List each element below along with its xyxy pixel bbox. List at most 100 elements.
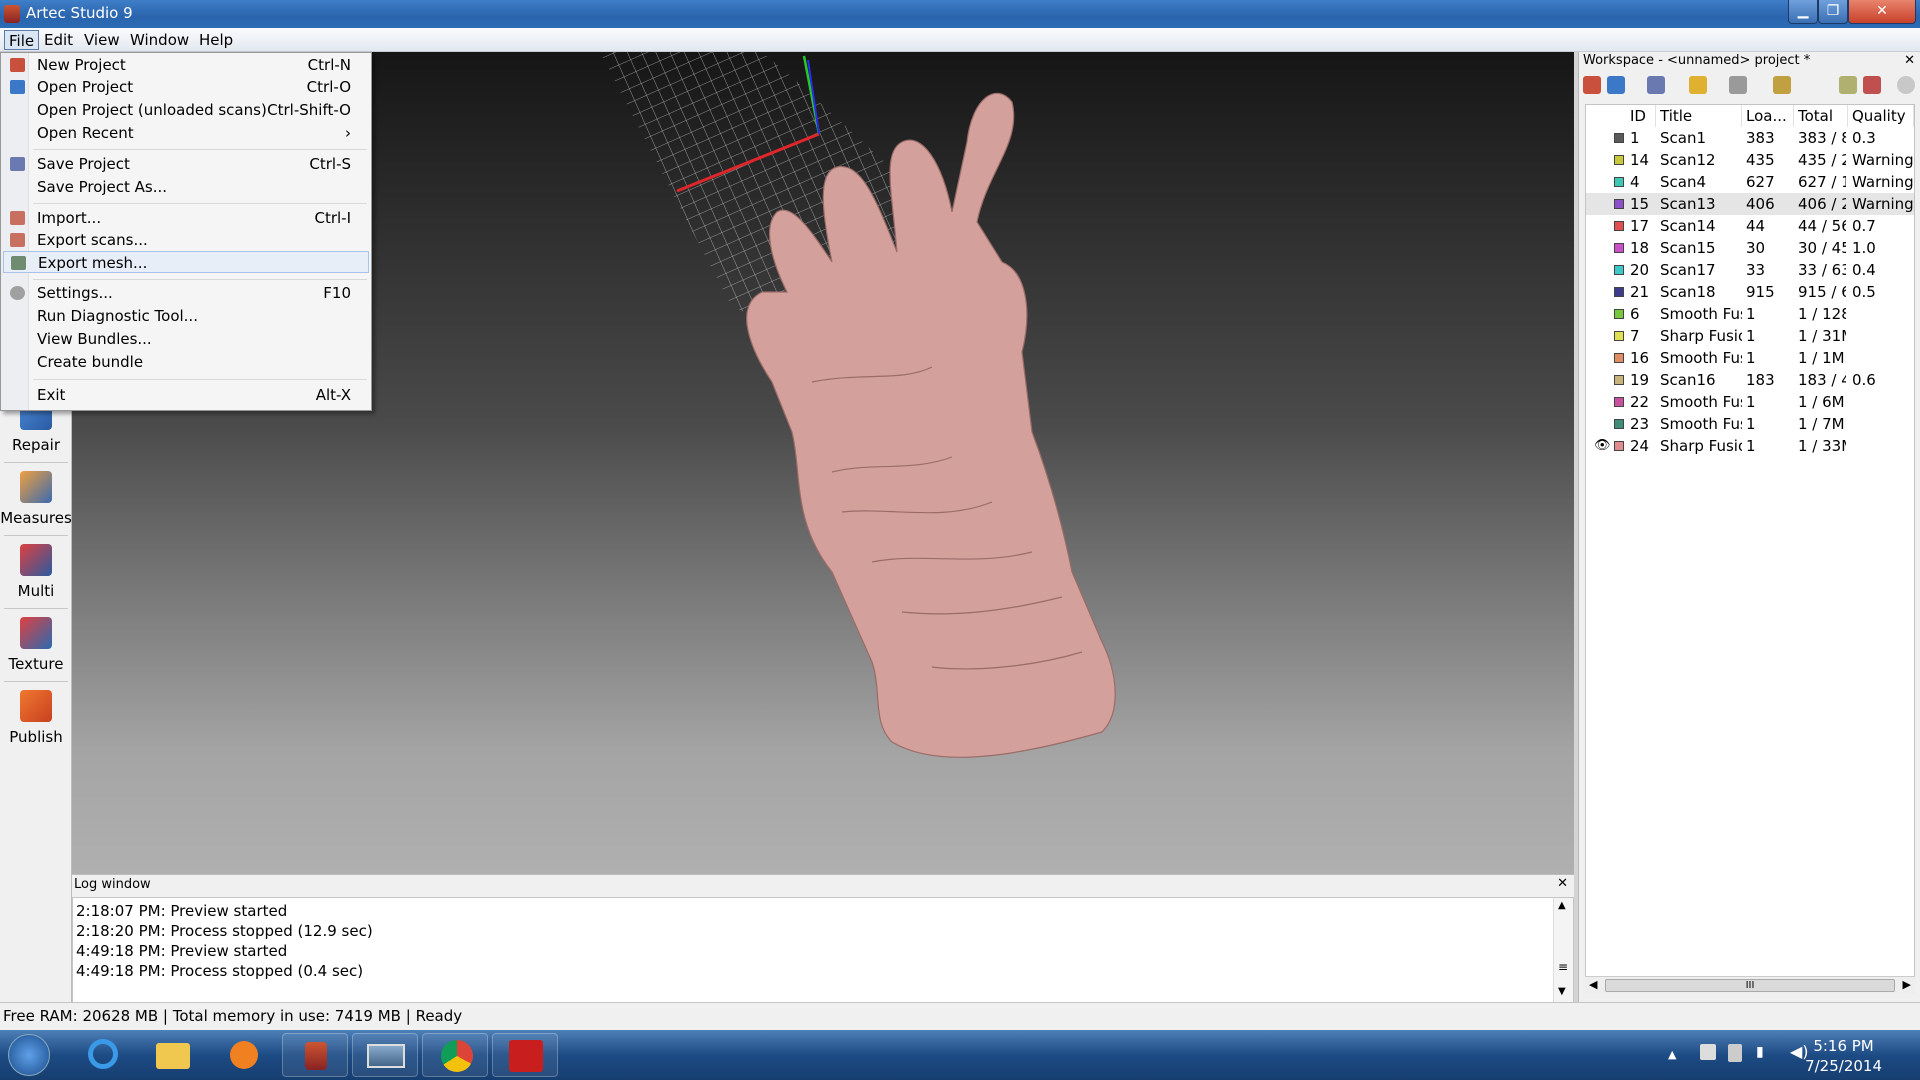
menu-item-open-unloaded[interactable]: Open Project (unloaded scans) Ctrl-Shift-… (3, 99, 369, 121)
scroll-down-icon[interactable]: ▼ (1558, 986, 1566, 997)
table-row[interactable]: 4 Scan4 627 627 / 1… Warning (1586, 171, 1914, 193)
menu-item-save-project-as[interactable]: Save Project As... (3, 176, 369, 198)
photo-viewer-icon[interactable] (352, 1033, 418, 1077)
table-row[interactable]: 1 Scan1 383 383 / 8… 0.3 (1586, 127, 1914, 149)
cell-id: 24 (1630, 437, 1650, 455)
menu-item-import[interactable]: Import... Ctrl-I (3, 207, 369, 229)
table-row[interactable]: 15 Scan13 406 406 / 2… Warning (1586, 193, 1914, 215)
col-total[interactable]: Total (1794, 105, 1848, 127)
cell-total: 406 / 2… (1798, 195, 1846, 213)
table-row[interactable]: 20 Scan17 33 33 / 63… 0.4 (1586, 259, 1914, 281)
menu-item-export-mesh[interactable]: Export mesh... (3, 251, 369, 273)
col-title[interactable]: Title (1656, 105, 1742, 127)
menu-item-export-scans[interactable]: Export scans... (3, 229, 369, 251)
group-icon[interactable] (1773, 76, 1791, 94)
gear-icon[interactable] (1897, 76, 1915, 94)
color-swatch (1614, 243, 1624, 253)
menu-view[interactable]: View (80, 30, 124, 50)
add-icon[interactable] (1583, 76, 1601, 94)
menu-item-new-project[interactable]: New Project Ctrl-N (3, 54, 369, 76)
undo-icon[interactable] (1689, 76, 1707, 94)
cell-title: Scan15 (1660, 239, 1716, 257)
cell-total: 1 / 31M (1798, 327, 1846, 345)
table-row[interactable]: 18 Scan15 30 30 / 45… 1.0 (1586, 237, 1914, 259)
maximize-button[interactable]: ❐ (1818, 0, 1848, 24)
menu-item-view-bundles[interactable]: View Bundles... (3, 328, 369, 350)
menu-item-run-diagnostic[interactable]: Run Diagnostic Tool... (3, 305, 369, 327)
table-row[interactable]: 22 Smooth Fus1 1 / 6Mb (1586, 391, 1914, 413)
scroll-left-icon[interactable]: ◀ (1589, 978, 1597, 991)
menu-item-create-bundle[interactable]: Create bundle (3, 351, 369, 373)
table-row[interactable]: 👁 24 Sharp Fusio1 1 / 33M (1586, 435, 1914, 457)
table-row[interactable]: 14 Scan12 435 435 / 2… Warning (1586, 149, 1914, 171)
table-row[interactable]: 23 Smooth Fus1 1 / 7Mb (1586, 413, 1914, 435)
artec-taskbar-icon[interactable] (282, 1033, 348, 1077)
save-project-icon (10, 157, 25, 171)
status-bar: Free RAM: 20628 MB | Total memory in use… (0, 1002, 1920, 1030)
internet-explorer-icon[interactable] (70, 1033, 136, 1077)
start-button[interactable] (8, 1034, 50, 1076)
delete-icon[interactable] (1863, 76, 1881, 94)
workspace-horizontal-scrollbar[interactable]: ◀ III ▶ (1585, 976, 1915, 994)
cell-loaded: 435 (1746, 151, 1775, 169)
col-quality[interactable]: Quality (1848, 105, 1914, 127)
menu-item-open-recent[interactable]: Open Recent › (3, 122, 369, 144)
menu-item-exit[interactable]: Exit Alt-X (3, 384, 369, 406)
tool-multi[interactable]: Multi (0, 538, 72, 610)
log-line: 4:49:18 PM: Process stopped (0.4 sec) (76, 962, 364, 980)
cell-id: 20 (1630, 261, 1650, 279)
table-row[interactable]: 19 Scan16 183 183 / 4… 0.6 (1586, 369, 1914, 391)
table-row[interactable]: 17 Scan14 44 44 / 56… 0.7 (1586, 215, 1914, 237)
cell-title: Scan14 (1660, 217, 1716, 235)
menu-item-settings[interactable]: Settings... F10 (3, 282, 369, 304)
cell-id: 1 (1630, 129, 1640, 147)
cell-id: 16 (1630, 349, 1650, 367)
scroll-up-icon[interactable]: ▲ (1558, 900, 1566, 911)
menu-edit[interactable]: Edit (40, 30, 77, 50)
col-id[interactable]: ID (1626, 105, 1656, 127)
menu-item-open-project[interactable]: Open Project Ctrl-O (3, 76, 369, 98)
tool-measures[interactable]: Measures (0, 465, 72, 537)
table-row[interactable]: 21 Scan18 915 915 / 6… 0.5 (1586, 281, 1914, 303)
scroll-thumb[interactable]: III (1605, 979, 1895, 992)
close-icon[interactable]: ✕ (1904, 52, 1915, 70)
media-player-icon[interactable] (210, 1033, 276, 1077)
tool-publish[interactable]: Publish (0, 684, 72, 756)
network-icon[interactable]: ▮ (1756, 1044, 1764, 1060)
table-row[interactable]: 7 Sharp Fusio1 1 / 31M (1586, 325, 1914, 347)
close-button[interactable]: ✕ (1848, 0, 1916, 24)
export-scans-icon (10, 233, 25, 247)
menu-help[interactable]: Help (195, 30, 237, 50)
copy-icon[interactable] (1839, 76, 1857, 94)
cell-loaded: 627 (1746, 173, 1775, 191)
cell-quality: 0.5 (1852, 283, 1876, 301)
scroll-grip-icon[interactable]: ≡ (1558, 960, 1568, 974)
redo-icon[interactable] (1729, 76, 1747, 94)
table-row[interactable]: 6 Smooth Fus1 1 / 128… (1586, 303, 1914, 325)
load-icon[interactable] (1607, 76, 1625, 94)
acrobat-icon[interactable] (492, 1033, 558, 1077)
tool-texture[interactable]: Texture (0, 611, 72, 683)
status-text: Free RAM: 20628 MB | Total memory in use… (3, 1007, 463, 1025)
minimize-button[interactable]: ▁ (1788, 0, 1818, 24)
clock[interactable]: 5:16 PM 7/25/2014 (1805, 1036, 1882, 1076)
menu-item-save-project[interactable]: Save Project Ctrl-S (3, 153, 369, 175)
color-swatch (1614, 375, 1624, 385)
clock-date: 7/25/2014 (1805, 1057, 1882, 1075)
log-vertical-scrollbar[interactable]: ▲ ≡ ▼ (1553, 898, 1573, 1002)
folder-icon[interactable] (140, 1033, 206, 1077)
action-center-icon[interactable] (1700, 1044, 1716, 1060)
unload-icon[interactable] (1647, 76, 1665, 94)
close-icon[interactable]: ✕ (1557, 876, 1568, 891)
menu-window[interactable]: Window (126, 30, 193, 50)
chrome-icon[interactable] (422, 1033, 488, 1077)
tool-label: Multi (17, 582, 55, 600)
show-hidden-icons-icon[interactable]: ▲ (1668, 1048, 1676, 1061)
col-loaded[interactable]: Loa... (1742, 105, 1794, 127)
scroll-right-icon[interactable]: ▶ (1903, 978, 1911, 991)
device-icon[interactable] (1728, 1044, 1742, 1062)
table-row[interactable]: 16 Smooth Fus1 1 / 1Mb (1586, 347, 1914, 369)
cell-id: 15 (1630, 195, 1650, 213)
menu-file[interactable]: File (4, 30, 40, 50)
eye-icon[interactable]: 👁 (1594, 435, 1611, 457)
